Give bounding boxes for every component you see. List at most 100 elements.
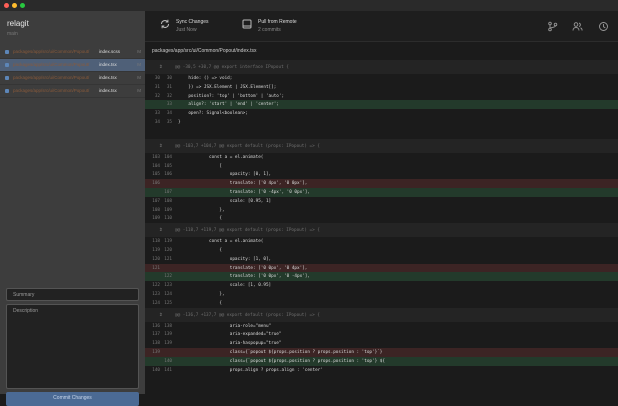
code-text: translate: ['0 0px', '0 -4px'],	[178, 274, 310, 280]
code-text: {	[178, 300, 222, 306]
file-icon	[5, 76, 9, 80]
new-line-number: 35	[166, 119, 172, 125]
code-text: const a = el.animate(	[178, 154, 264, 160]
new-line-number: 110	[164, 216, 172, 222]
diff-line: 103 104 const a = el.animate(	[145, 153, 618, 162]
expand-icon[interactable]: ⇕	[159, 63, 163, 70]
file-list-item[interactable]: packages/app/src/ui/Common/Popout/index.…	[0, 59, 145, 72]
diff-viewer[interactable]: ⇕ @@ -30,5 +30,7 @@ export interface IPop…	[145, 60, 618, 394]
old-line-number: 109	[152, 216, 160, 222]
expand-icon[interactable]: ⇕	[159, 311, 163, 318]
summary-placeholder: Summary	[13, 292, 35, 298]
branch-name[interactable]: main	[7, 31, 18, 37]
code-text: }	[178, 119, 181, 125]
diff-line: 118 119 const a = el.animate(	[145, 237, 618, 246]
file-dir: packages/app/src/ui/Common/Popout/	[13, 49, 90, 54]
file-icon	[5, 50, 9, 54]
users-icon[interactable]	[572, 21, 583, 32]
diff-line: 124 125 {	[145, 299, 618, 308]
hunk-text: @@ -118,7 +119,7 @@ export default (prop…	[175, 228, 320, 234]
toolbar: Sync Changes Just Now Pull from Remote 2…	[145, 11, 618, 42]
file-path: packages/app/src/ui/Common/Popout/index.…	[152, 48, 257, 54]
file-list-item[interactable]: packages/app/src/ui/Common/Popout/index.…	[0, 85, 145, 98]
file-status: M	[137, 75, 141, 80]
old-line-number: 123	[152, 291, 160, 297]
code-text: translate: ['0 0px', '0 4px'],	[178, 265, 308, 271]
code-text: props.align ? props.align : 'center'	[178, 367, 323, 373]
old-line-number: 106	[152, 181, 160, 187]
file-status: M	[137, 62, 141, 67]
file-name: index.tsx	[99, 88, 117, 93]
old-line-number: 122	[152, 283, 160, 289]
new-line-number: 30	[166, 76, 172, 81]
diff-line: 140 class={`popout ${props.position ? pr…	[145, 356, 618, 366]
code-text: {	[178, 216, 222, 222]
code-text: class={`popout ${props.position ? props.…	[178, 349, 383, 355]
old-line-number: 104	[152, 163, 160, 169]
history-icon[interactable]	[598, 21, 609, 32]
diff-line: 107 translate: ['0 -4px', '0 0px'],	[145, 187, 618, 197]
new-line-number: 34	[166, 111, 172, 117]
code-text: class={`popout ${props.position ? props.…	[178, 358, 385, 364]
code-text: const a = el.animate(	[178, 239, 264, 245]
new-line-number: 138	[164, 323, 172, 329]
code-text: scale: [1, 0.95]	[178, 283, 272, 289]
new-line-number: 108	[164, 198, 172, 204]
diff-line: 109 110 {	[145, 214, 618, 223]
old-line-number: 137	[152, 332, 160, 338]
diff-line: 32 32 position?: 'top' | 'bottom' | 'auto…	[145, 92, 618, 101]
diff-line: 105 106 opacity: [0, 1],	[145, 170, 618, 179]
file-name: index.tsx	[99, 62, 117, 67]
new-line-number: 33	[166, 102, 172, 108]
diff-line: 119 120 {	[145, 246, 618, 255]
diff-line: 121 translate: ['0 0px', '0 4px'],	[145, 263, 618, 273]
repository-name[interactable]: relagit	[7, 19, 29, 28]
old-line-number: 121	[152, 265, 160, 271]
new-line-number: 107	[164, 189, 172, 195]
diff-line: 108 109 },	[145, 206, 618, 215]
new-line-number: 119	[164, 239, 172, 245]
code-text: open?: Signal<boolean>;	[178, 111, 248, 117]
code-text: {	[178, 247, 222, 253]
file-status: M	[137, 88, 141, 93]
code-text: position?: 'top' | 'bottom' | 'auto';	[178, 93, 285, 99]
new-line-number: 106	[164, 172, 172, 178]
title-bar	[0, 0, 618, 11]
code-text: opacity: [0, 1],	[178, 172, 272, 178]
maximize-window-button[interactable]	[20, 3, 25, 8]
old-line-number: 118	[152, 239, 160, 245]
code-text: aria-expanded="true"	[178, 332, 282, 338]
old-line-number: 138	[152, 341, 160, 347]
new-line-number: 122	[164, 274, 172, 280]
pull-from-remote-button[interactable]: Pull from Remote 2 commits	[241, 18, 331, 34]
diff-line: 139 class={`popout ${props.position ? pr…	[145, 347, 618, 357]
diff-line: 104 105 [	[145, 162, 618, 171]
code-text: scale: [0.95, 1]	[178, 198, 272, 204]
file-status: M	[137, 49, 141, 54]
old-line-number: 136	[152, 323, 160, 329]
minimize-window-button[interactable]	[12, 3, 17, 8]
pull-subtitle: 2 commits	[258, 27, 281, 33]
description-placeholder: Description	[13, 308, 39, 314]
hunk-header: ⇕ @@ -118,7 +119,7 @@ export default (pro…	[145, 223, 618, 238]
expand-icon[interactable]: ⇕	[159, 226, 163, 233]
branch-icon[interactable]	[547, 21, 558, 32]
file-list-item[interactable]: packages/app/src/ui/Common/Popout/index.…	[0, 72, 145, 85]
new-line-number: 105	[164, 163, 172, 169]
sync-changes-button[interactable]: Sync Changes Just Now	[159, 18, 239, 34]
sync-subtitle: Just Now	[176, 27, 197, 33]
diff-line: 140 141 props.align ? props.align : 'cent…	[145, 366, 618, 375]
new-line-number: 141	[164, 367, 172, 373]
expand-icon[interactable]: ⇕	[159, 142, 163, 149]
diff-line: 107 108 scale: [0.95, 1]	[145, 197, 618, 206]
diff-line: 120 121 opacity: [1, 0],	[145, 255, 618, 264]
diff-line: 122 123 scale: [1, 0.95]	[145, 281, 618, 290]
commit-button[interactable]: Commit Changes	[6, 392, 139, 406]
file-list-item[interactable]: packages/app/src/ui/Common/Popout/index.…	[0, 46, 145, 59]
old-line-number: 32	[154, 93, 160, 99]
diff-line: 30 30 hide: () => void;	[145, 74, 618, 83]
hunk-header: ⇕ @@ -30,5 +30,7 @@ export interface IPop…	[145, 60, 618, 74]
summary-input[interactable]: Summary	[6, 288, 139, 301]
description-input[interactable]: Description	[6, 304, 139, 389]
close-window-button[interactable]	[4, 3, 9, 8]
